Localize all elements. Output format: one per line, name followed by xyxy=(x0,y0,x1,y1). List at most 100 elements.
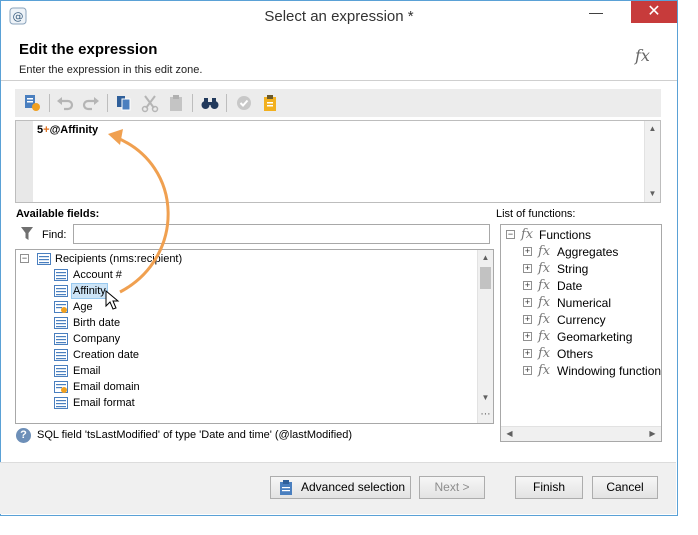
scroll-up-arrow[interactable]: ▲ xyxy=(645,122,660,136)
editor-scrollbar[interactable]: ▲ ▼ xyxy=(644,121,660,202)
fx-icon: fx xyxy=(538,346,551,361)
fx-icon: fx xyxy=(538,295,551,310)
function-category-label: Aggregates xyxy=(557,245,619,259)
tree-item-label: Creation date xyxy=(73,349,140,361)
collapse-icon[interactable]: − xyxy=(506,230,515,239)
editor-gutter xyxy=(16,121,33,202)
function-category-label: Date xyxy=(557,279,583,293)
tree-item-label: Company xyxy=(73,333,121,345)
collapse-icon[interactable]: − xyxy=(20,254,29,263)
next-button[interactable]: Next > xyxy=(419,476,485,499)
redo-icon[interactable] xyxy=(81,93,101,113)
toolbar-separator xyxy=(49,94,50,112)
field-icon xyxy=(54,285,68,297)
expand-icon[interactable]: + xyxy=(523,315,532,324)
advanced-selection-button[interactable]: Advanced selection xyxy=(270,476,411,499)
function-category[interactable]: + fx Currency xyxy=(501,312,661,328)
advanced-selection-label: Advanced selection xyxy=(301,480,406,494)
editor-toolbar xyxy=(15,89,661,117)
toolbar-separator xyxy=(107,94,108,112)
field-icon xyxy=(54,365,68,377)
copy-icon[interactable] xyxy=(114,93,134,113)
functions-list-label: List of functions: xyxy=(496,208,576,220)
table-icon xyxy=(37,253,51,265)
expression-editor[interactable]: 5+@Affinity ▲ ▼ xyxy=(15,120,661,203)
function-category[interactable]: + fx String xyxy=(501,261,661,277)
field-description: SQL field 'tsLastModified' of type 'Date… xyxy=(37,429,353,441)
insert-field-icon[interactable] xyxy=(22,93,42,113)
tree-item-label: Email xyxy=(73,365,101,377)
expression-text[interactable]: 5+@Affinity xyxy=(37,124,98,136)
field-icon xyxy=(54,317,68,329)
clipboard-icon[interactable] xyxy=(260,93,280,113)
dialog-header: Edit the expression Enter the expression… xyxy=(1,31,677,81)
functions-root-label: Functions xyxy=(539,228,592,242)
fx-icon: fx xyxy=(538,261,551,276)
function-category[interactable]: + fx Windowing function xyxy=(501,363,662,379)
minimize-button[interactable]: — xyxy=(581,1,611,23)
function-category[interactable]: + fx Geomarketing xyxy=(501,329,661,345)
field-icon xyxy=(54,269,68,281)
fx-icon: fx xyxy=(635,46,650,65)
fx-icon: fx xyxy=(521,227,534,242)
dialog-footer: Advanced selection Next > Finish Cancel xyxy=(0,463,676,514)
scroll-down-arrow[interactable]: ▼ xyxy=(645,187,660,201)
cut-icon[interactable] xyxy=(140,93,160,113)
more-options-icon[interactable]: ⋯ xyxy=(478,408,493,422)
help-icon: ? xyxy=(16,428,31,443)
field-icon xyxy=(54,333,68,345)
field-icon xyxy=(54,349,68,361)
tree-root-recipients[interactable]: − Recipients (nms:recipient) xyxy=(16,251,486,267)
fx-icon: fx xyxy=(538,312,551,327)
functions-tree[interactable]: − fx Functions + fx Aggregates + fx Stri… xyxy=(500,224,662,442)
functions-root[interactable]: − fx Functions xyxy=(501,227,661,243)
computed-field-icon xyxy=(54,301,68,313)
function-category-label: String xyxy=(557,262,589,276)
function-category[interactable]: + fx Aggregates xyxy=(501,244,661,260)
expand-icon[interactable]: + xyxy=(523,298,532,307)
cancel-button[interactable]: Cancel xyxy=(592,476,658,499)
fx-icon: fx xyxy=(538,244,551,259)
dialog-subtitle: Enter the expression in this edit zone. xyxy=(19,64,203,76)
close-button[interactable]: ✕ xyxy=(631,1,677,23)
fields-tree[interactable]: − Recipients (nms:recipient) Account # A… xyxy=(15,249,494,424)
expand-icon[interactable]: + xyxy=(523,281,532,290)
function-category[interactable]: + fx Date xyxy=(501,278,661,294)
function-category[interactable]: + fx Others xyxy=(501,346,661,362)
available-fields-label: Available fields: xyxy=(16,208,100,220)
paste-icon[interactable] xyxy=(166,93,186,113)
tree-item-label: Email domain xyxy=(73,381,140,393)
function-category-label: Windowing function xyxy=(557,364,662,378)
fields-scrollbar[interactable]: ▲ ▼ ⋯ xyxy=(477,250,493,423)
expand-icon[interactable]: + xyxy=(523,264,532,273)
finish-button[interactable]: Finish xyxy=(515,476,583,499)
computed-field-icon xyxy=(54,381,68,393)
field-icon xyxy=(54,397,68,409)
expand-icon[interactable]: + xyxy=(523,332,532,341)
expand-icon[interactable]: + xyxy=(523,349,532,358)
function-category[interactable]: + fx Numerical xyxy=(501,295,661,311)
find-binoculars-icon[interactable] xyxy=(200,93,220,113)
scroll-thumb[interactable] xyxy=(480,267,491,289)
find-label: Find: xyxy=(42,229,67,241)
tree-item-label: Email format xyxy=(73,397,135,409)
scroll-down-arrow[interactable]: ▼ xyxy=(478,391,493,405)
expression-field: @Affinity xyxy=(49,124,99,136)
function-category-label: Others xyxy=(557,347,594,361)
window-title: Select an expression * xyxy=(264,8,414,25)
tree-item-label: Affinity xyxy=(71,283,108,299)
expand-icon[interactable]: + xyxy=(523,366,532,375)
scroll-left-arrow[interactable]: ◀ xyxy=(502,427,517,441)
function-category-label: Geomarketing xyxy=(557,330,633,344)
expand-icon[interactable]: + xyxy=(523,247,532,256)
find-input[interactable] xyxy=(73,224,490,244)
check-icon[interactable] xyxy=(234,93,254,113)
undo-icon[interactable] xyxy=(55,93,75,113)
toolbar-separator xyxy=(192,94,193,112)
dialog-heading: Edit the expression xyxy=(19,41,158,58)
functions-hscrollbar[interactable]: ◀ ▶ xyxy=(501,426,661,441)
title-bar[interactable]: @ Select an expression * — ✕ xyxy=(1,1,677,31)
scroll-up-arrow[interactable]: ▲ xyxy=(478,251,493,265)
tree-item-label: Birth date xyxy=(73,317,121,329)
scroll-right-arrow[interactable]: ▶ xyxy=(645,427,660,441)
